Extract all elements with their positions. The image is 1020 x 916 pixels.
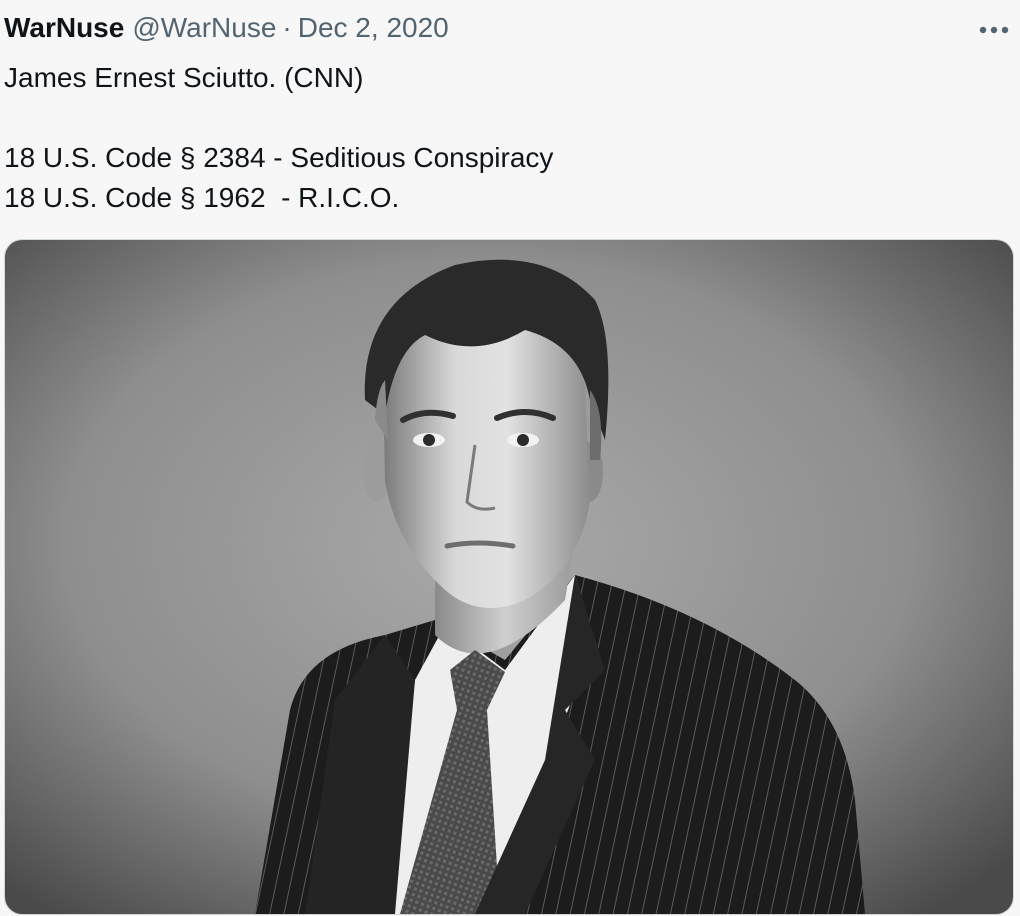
tweet: WarNuse @WarNuse · Dec 2, 2020 James Ern…	[0, 0, 1020, 916]
tweet-text-line	[4, 98, 1004, 138]
tweet-text-line: 18 U.S. Code § 2384 - Seditious Conspira…	[4, 142, 554, 173]
header-separator: ·	[282, 12, 292, 43]
author-display-name[interactable]: WarNuse	[4, 12, 124, 44]
more-horizontal-icon	[979, 26, 1009, 34]
tweet-media-photo[interactable]	[4, 239, 1014, 915]
tweet-text: James Ernest Sciutto. (CNN) 18 U.S. Code…	[4, 58, 1004, 218]
tweet-header: WarNuse @WarNuse · Dec 2, 2020	[4, 12, 449, 48]
portrait-photo	[5, 240, 1013, 914]
tweet-text-line: James Ernest Sciutto. (CNN)	[4, 62, 364, 93]
more-options-button[interactable]	[978, 18, 1010, 42]
author-handle[interactable]: @WarNuse	[132, 12, 276, 44]
tweet-text-line: 18 U.S. Code § 1962 - R.I.C.O.	[4, 182, 400, 213]
tweet-date[interactable]: Dec 2, 2020	[298, 12, 449, 44]
